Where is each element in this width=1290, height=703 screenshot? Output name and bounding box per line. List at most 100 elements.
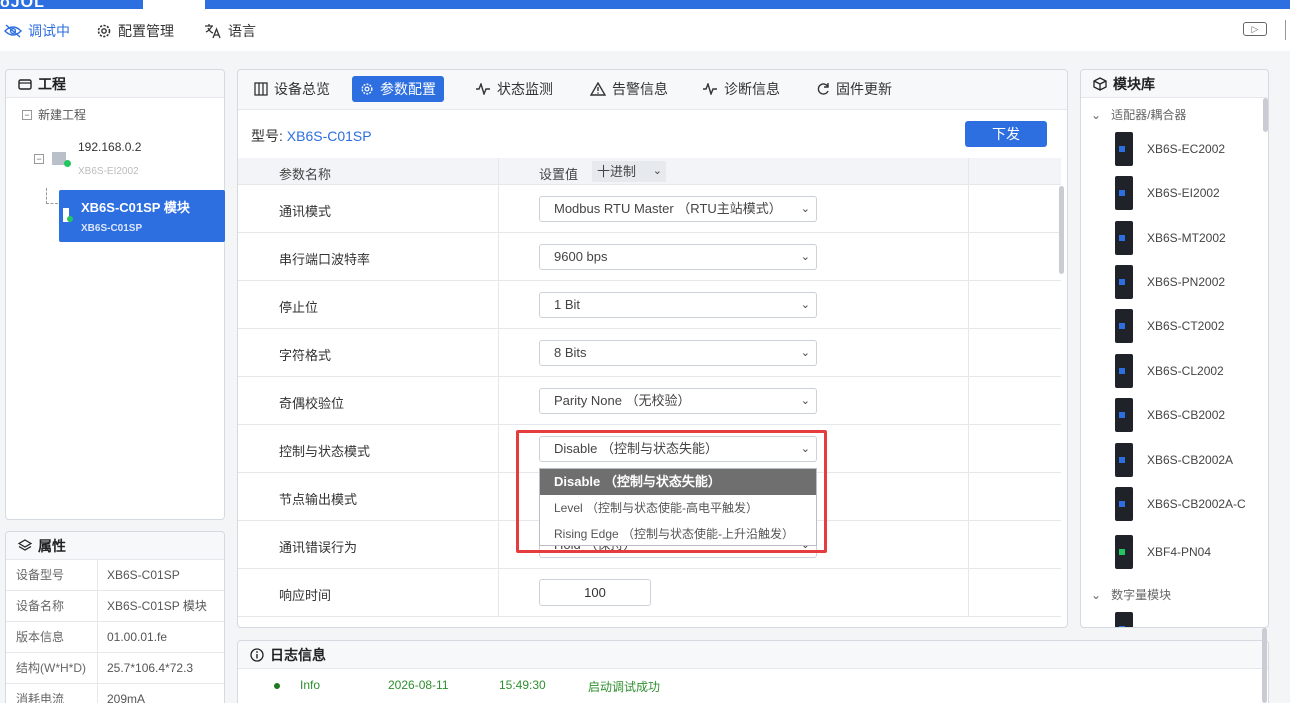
chevron-down-icon: ⌄ [800, 299, 810, 311]
library-item-label: XB6S-CL2002 [1147, 364, 1224, 378]
param-name: 停止位 [279, 300, 319, 315]
table-row: 字符格式 8 Bits ⌄ [238, 329, 1061, 377]
panel-toggle-icon[interactable]: ▷ [1243, 22, 1267, 36]
module-device-icon [1115, 443, 1133, 477]
param-name: 控制与状态模式 [279, 444, 371, 459]
collapse-icon[interactable]: − [34, 154, 44, 164]
library-item-label: XBF4-PN04 [1147, 545, 1212, 559]
module-library-title: 模块库 [1113, 75, 1155, 92]
library-item-label: XB6S-CB2002 [1147, 408, 1226, 422]
prop-row: 设备名称 XB6S-C01SP 模块 [6, 591, 224, 622]
table-header: 参数名称 设置值 十进制 ⌄ [238, 158, 1061, 185]
module-device-icon [1115, 487, 1133, 521]
module-library-panel: 模块库 ⌄ 适配器/耦合器 XB6S-EC2002 XB6S-EI2002 XB… [1080, 69, 1269, 628]
tab-alarm[interactable]: 告警信息 [582, 76, 676, 102]
library-group-digital[interactable]: ⌄ 数字量模块 [1091, 586, 1171, 603]
menu-tab-active[interactable] [143, 0, 205, 9]
cube-icon [1093, 76, 1107, 91]
top-menu-bar: oJOL [0, 0, 1290, 11]
project-title: 工程 [38, 75, 66, 92]
chevron-down-icon: ⌄ [1091, 107, 1102, 122]
param-select[interactable]: 8 Bits ⌄ [539, 340, 817, 366]
toolbar: 调试中 配置管理 语言 ▷ [0, 9, 1290, 51]
tree-connector [46, 188, 47, 204]
module-device-icon [1115, 221, 1133, 255]
model-label: 型号: XB6S-C01SP [251, 126, 372, 146]
config-manage-button[interactable]: 配置管理 [96, 21, 174, 41]
project-panel: 工程 − 新建工程 − 192.168.0.2 XB6S-EI2002 XB6S… [5, 69, 225, 520]
table-row: 停止位 1 Bit ⌄ [238, 281, 1061, 329]
param-value: Parity None （无校验） [554, 393, 691, 408]
tab-firmware[interactable]: 固件更新 [808, 76, 900, 102]
prop-row: 设备型号 XB6S-C01SP [6, 560, 224, 591]
tab-diagnostics[interactable]: 诊断信息 [694, 76, 788, 102]
param-name: 奇偶校验位 [279, 396, 345, 411]
param-select[interactable]: 9600 bps ⌄ [539, 244, 817, 270]
log-date: 2026-08-11 [388, 678, 449, 692]
prop-key: 消耗电流 [6, 684, 98, 703]
param-value: 8 Bits [554, 345, 587, 360]
layers-icon [18, 538, 32, 551]
tab-status-monitor[interactable]: 状态监测 [467, 76, 561, 102]
columns-icon [254, 82, 268, 96]
param-select[interactable]: Modbus RTU Master （RTU主站模式） ⌄ [539, 196, 817, 222]
tab-label: 诊断信息 [724, 81, 780, 97]
prop-value: 25.7*106.4*72.3 [107, 661, 194, 675]
library-item-label: XB6S-EC2002 [1147, 142, 1226, 156]
refresh-icon [817, 83, 829, 95]
module-device-icon [1115, 612, 1133, 627]
table-row: 串行端口波特率 9600 bps ⌄ [238, 233, 1061, 281]
radix-select[interactable]: 十进制 ⌄ [592, 161, 666, 182]
log-scrollbar[interactable] [1262, 628, 1267, 703]
library-group-label: 数字量模块 [1111, 588, 1172, 602]
library-group-label: 适配器/耦合器 [1111, 108, 1187, 122]
log-header: 日志信息 [238, 641, 1268, 669]
table-scrollbar[interactable] [1059, 186, 1064, 274]
window-edge [1285, 20, 1286, 40]
adapter-ip: 192.168.0.2 [78, 140, 142, 154]
library-item-label: XB6S-CB2002A-C [1147, 497, 1246, 511]
prop-key: 结构(W*H*D) [6, 653, 98, 683]
chevron-down-icon: ⌄ [652, 165, 662, 177]
param-table: 参数名称 设置值 十进制 ⌄ 通讯模式 Modbus RTU Master （R… [238, 158, 1061, 629]
highlight-box [516, 430, 827, 553]
col-setting-value: 设置值 [539, 167, 579, 182]
language-button[interactable]: 语言 [204, 21, 256, 41]
online-status-dot [67, 216, 73, 222]
folder-icon [18, 78, 32, 90]
module-device-icon [1115, 265, 1133, 299]
module-node-title: XB6S-C01SP 模块 [81, 200, 190, 215]
chevron-down-icon: ⌄ [800, 203, 810, 215]
eye-off-icon [4, 24, 22, 38]
param-select[interactable]: Parity None （无校验） ⌄ [539, 388, 817, 414]
log-level: Info [300, 678, 321, 692]
tree-root[interactable]: − 新建工程 [22, 106, 86, 123]
send-button[interactable]: 下发 [965, 121, 1047, 147]
param-select[interactable]: 1 Bit ⌄ [539, 292, 817, 318]
log-message: 启动调试成功 [588, 680, 661, 694]
response-time-input[interactable]: 100 [539, 579, 651, 606]
tree-node-module-selected[interactable]: XB6S-C01SP 模块 XB6S-C01SP [59, 190, 225, 242]
gear-icon [97, 24, 111, 38]
prop-row: 消耗电流 209mA [6, 684, 224, 703]
library-group-adapters[interactable]: ⌄ 适配器/耦合器 [1091, 106, 1186, 123]
library-item-label: XB6S-PN2002 [1147, 275, 1226, 289]
library-scrollbar[interactable] [1263, 98, 1268, 132]
collapse-icon[interactable]: − [22, 109, 32, 120]
prop-row: 结构(W*H*D) 25.7*106.4*72.3 [6, 653, 224, 684]
log-title: 日志信息 [270, 646, 326, 663]
chevron-down-icon: ⌄ [800, 395, 810, 407]
tree-connector [46, 203, 58, 204]
tab-param-config[interactable]: 参数配置 [352, 76, 444, 102]
radix-value: 十进制 [597, 164, 637, 179]
config-manage-label: 配置管理 [118, 23, 174, 39]
col-param-name: 参数名称 [279, 167, 332, 182]
table-row: 响应时间 100 [238, 569, 1061, 617]
module-device-icon [1115, 354, 1133, 388]
tab-label: 状态监测 [497, 81, 553, 97]
prop-value: 01.00.01.fe [107, 630, 168, 644]
tab-overview[interactable]: 设备总览 [246, 76, 338, 102]
param-value: Modbus RTU Master （RTU主站模式） [554, 201, 782, 216]
debug-status-button[interactable]: 调试中 [4, 21, 70, 41]
properties-title: 属性 [38, 537, 66, 554]
